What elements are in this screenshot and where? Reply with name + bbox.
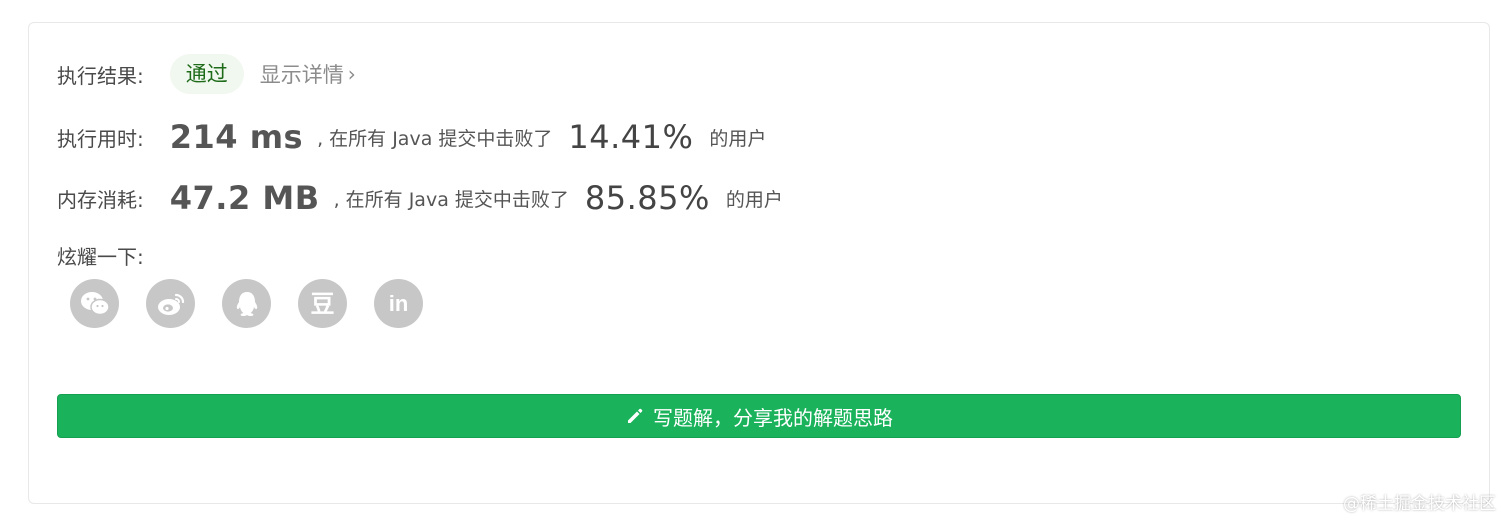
runtime-value: 214 ms — [169, 118, 304, 156]
douban-glyph: 豆 — [310, 289, 335, 318]
runtime-percentile: 14.41% — [568, 118, 694, 156]
share-row: 炫耀一下: — [57, 240, 144, 270]
watermark: @稀土掘金技术社区 — [1343, 494, 1496, 514]
runtime-row: 执行用时: 214 ms , 在所有 Java 提交中击败了 14.41% 的用… — [57, 114, 766, 160]
memory-label: 内存消耗: — [57, 187, 144, 212]
result-row: 执行结果: 通过 显示详情 › — [57, 54, 356, 94]
pencil-icon — [625, 406, 645, 426]
runtime-label: 执行用时: — [57, 126, 144, 151]
result-label: 执行结果: — [57, 63, 144, 88]
runtime-beat-text: , 在所有 Java 提交中击败了 — [317, 127, 553, 150]
show-details-link[interactable]: 显示详情 › — [260, 59, 356, 89]
weibo-icon[interactable] — [146, 279, 195, 328]
write-solution-label: 写题解，分享我的解题思路 — [653, 405, 893, 430]
share-icons: 豆 in — [70, 279, 423, 328]
memory-value: 47.2 MB — [169, 179, 320, 217]
wechat-icon[interactable] — [70, 279, 119, 328]
share-label: 炫耀一下: — [57, 244, 144, 269]
write-solution-button[interactable]: 写题解，分享我的解题思路 — [57, 394, 1461, 438]
linkedin-glyph: in — [388, 290, 409, 316]
runtime-suffix: 的用户 — [709, 127, 767, 150]
douban-icon[interactable]: 豆 — [298, 279, 347, 328]
qq-icon[interactable] — [222, 279, 271, 328]
memory-row: 内存消耗: 47.2 MB , 在所有 Java 提交中击败了 85.85% 的… — [57, 175, 783, 221]
memory-beat-text: , 在所有 Java 提交中击败了 — [333, 188, 569, 211]
memory-suffix: 的用户 — [725, 188, 783, 211]
chevron-right-icon: › — [347, 62, 356, 86]
show-details-label: 显示详情 — [259, 63, 344, 87]
memory-percentile: 85.85% — [584, 179, 710, 217]
status-badge: 通过 — [169, 54, 244, 94]
linkedin-icon[interactable]: in — [374, 279, 423, 328]
